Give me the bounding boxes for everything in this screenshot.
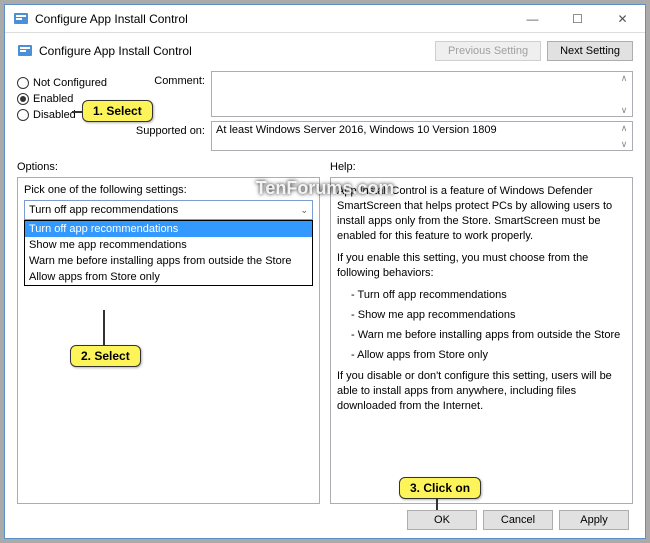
app-icon [13,11,29,27]
dropdown-option[interactable]: Allow apps from Store only [25,269,312,285]
dropdown-option[interactable]: Warn me before installing apps from outs… [25,253,312,269]
next-setting-button[interactable]: Next Setting [547,41,633,61]
scroll-hints: ∧∨ [617,123,631,149]
previous-setting-button[interactable]: Previous Setting [435,41,541,61]
help-list: Turn off app recommendations Show me app… [337,289,626,361]
help-bullet: Allow apps from Store only [351,349,626,361]
callout-line [436,498,438,510]
nav-buttons: Previous Setting Next Setting [435,41,633,61]
maximize-button[interactable]: ☐ [555,5,600,32]
radio-label: Disabled [33,109,76,121]
cancel-button[interactable]: Cancel [483,510,553,530]
policy-icon [17,43,33,59]
radio-icon [17,77,29,89]
callout-2: 2. Select [70,345,141,367]
supported-textbox: At least Windows Server 2016, Windows 10… [211,121,633,151]
callout-3: 3. Click on [399,477,481,499]
options-label: Options: [17,161,320,173]
comment-row: Comment: ∧∨ [125,71,633,117]
comment-textbox[interactable]: ∧∨ [211,71,633,117]
apply-button[interactable]: Apply [559,510,629,530]
help-text: If you enable this setting, you must cho… [337,251,626,281]
help-column: Help: App Install Control is a feature o… [330,161,633,504]
titlebar: Configure App Install Control — ☐ ✕ [5,5,645,33]
help-bullet: Turn off app recommendations [351,289,626,301]
help-text: If you disable or don't configure this s… [337,369,626,414]
supported-value: At least Windows Server 2016, Windows 10… [216,124,497,136]
dropdown-list: Turn off app recommendations Show me app… [24,220,313,286]
help-bullet: Show me app recommendations [351,309,626,321]
mid-section: Options: Pick one of the following setti… [17,161,633,504]
comment-label: Comment: [125,71,205,87]
help-label: Help: [330,161,633,173]
callout-line [103,310,105,346]
radio-label: Not Configured [33,77,107,89]
dropdown-option[interactable]: Show me app recommendations [25,237,312,253]
radio-not-configured[interactable]: Not Configured [17,77,125,89]
minimize-button[interactable]: — [510,5,555,32]
options-prompt: Pick one of the following settings: [24,184,313,196]
radio-icon [17,109,29,121]
help-text: App Install Control is a feature of Wind… [337,184,626,243]
window-buttons: — ☐ ✕ [510,5,645,32]
radio-icon [17,93,29,105]
footer: OK Cancel Apply [17,504,633,532]
radio-label: Enabled [33,93,73,105]
help-bullet: Warn me before installing apps from outs… [351,329,626,341]
window-title: Configure App Install Control [35,12,510,26]
dropdown-option[interactable]: Turn off app recommendations [25,221,312,237]
ok-button[interactable]: OK [407,510,477,530]
supported-row: Supported on: At least Windows Server 20… [125,121,633,151]
chevron-down-icon: ⌄ [300,205,308,216]
options-column: Options: Pick one of the following setti… [17,161,320,504]
options-panel: Pick one of the following settings: Turn… [17,177,320,504]
settings-dropdown[interactable]: Turn off app recommendations ⌄ [24,200,313,220]
field-column: Comment: ∧∨ Supported on: At least Windo… [125,71,633,151]
header-row: Configure App Install Control Previous S… [17,41,633,61]
supported-label: Supported on: [125,121,205,137]
help-panel: App Install Control is a feature of Wind… [330,177,633,504]
callout-1: 1. Select [82,100,153,122]
dialog-window: Configure App Install Control — ☐ ✕ Conf… [4,4,646,539]
dropdown-selected: Turn off app recommendations [29,204,178,216]
close-button[interactable]: ✕ [600,5,645,32]
page-title: Configure App Install Control [39,44,429,58]
scroll-hints: ∧∨ [617,73,631,115]
